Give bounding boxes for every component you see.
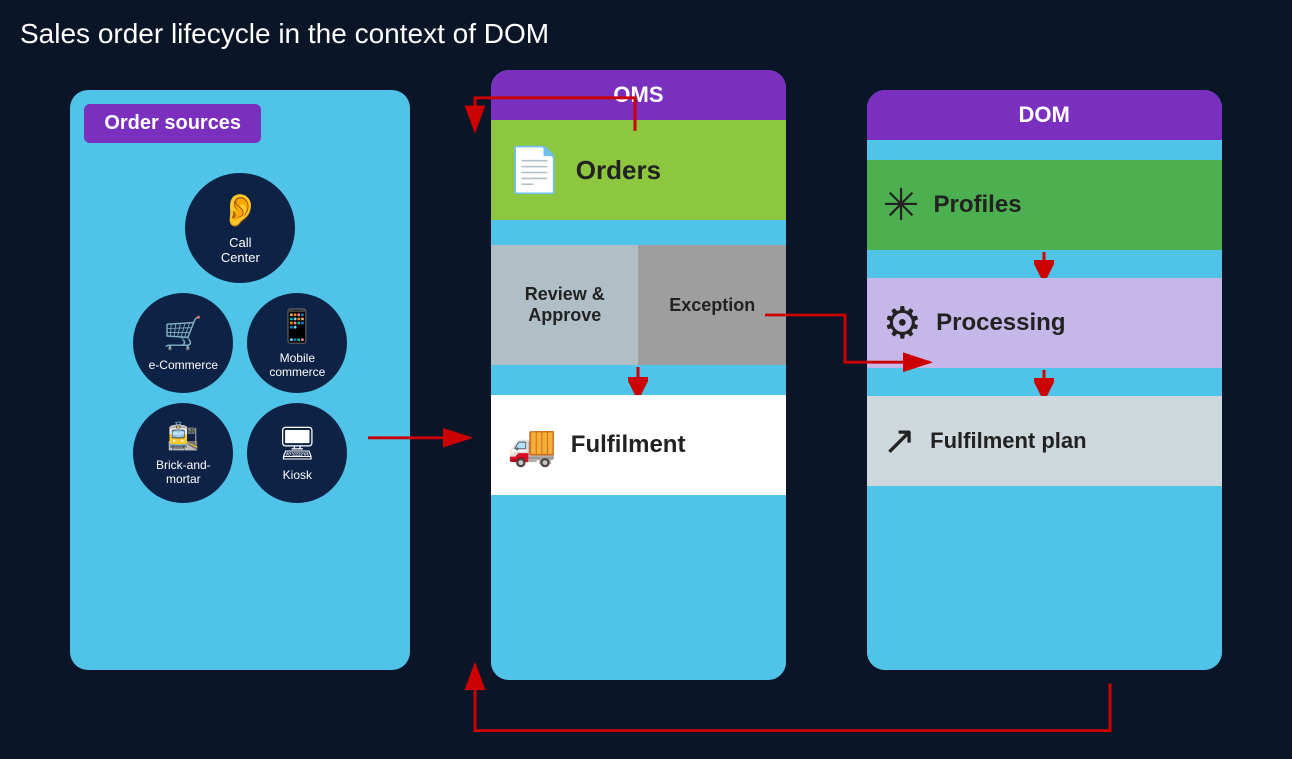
document-icon: 📄 (507, 144, 562, 196)
dom-processing-section: ⚙ Processing (867, 278, 1222, 368)
dom-box: DOM ✳ Profiles ⚙ Processing (867, 90, 1222, 670)
kiosk-icon-circle: 🖥 Kiosk (247, 403, 347, 503)
ecommerce-icon-circle: 🛒 e-Commerce (133, 293, 233, 393)
ecommerce-icon: 🛒 (163, 314, 203, 352)
oms-orders-section: 📄 Orders (491, 120, 786, 220)
oms-exception: Exception (638, 245, 786, 365)
dom-profiles-label: Profiles (934, 191, 1022, 219)
brick-icon: 🚉 (167, 421, 199, 452)
dom-processing-label: Processing (936, 309, 1065, 337)
order-sources-box: Order sources 👂 CallCenter 🛒 e-Commerce … (70, 90, 410, 670)
call-center-icon: 👂 (220, 191, 260, 229)
oms-header: OMS (491, 70, 786, 120)
exception-label: Exception (669, 295, 755, 316)
truck-icon: 🚚 (507, 422, 557, 469)
diagram-container: Order sources 👂 CallCenter 🛒 e-Commerce … (0, 60, 1292, 740)
kiosk-icon: 🖥 (277, 424, 318, 462)
share-icon: ↗ (883, 418, 917, 464)
dom-gap-top (867, 140, 1222, 160)
dom-arrow-1 (867, 250, 1222, 278)
kiosk-label: Kiosk (283, 468, 312, 482)
puzzle-icon: ✳ (883, 180, 920, 231)
mobile-icon-circle: 📱 Mobilecommerce (247, 293, 347, 393)
dom-arrow-2 (867, 368, 1222, 396)
mobile-label: Mobilecommerce (269, 351, 325, 379)
call-center-icon-circle: 👂 CallCenter (185, 173, 295, 283)
oms-orders-label: Orders (576, 155, 661, 186)
brick-icon-circle: 🚉 Brick-and-mortar (133, 403, 233, 503)
dom-fulfilment-plan-section: ↗ Fulfilment plan (867, 396, 1222, 486)
oms-gap-1 (491, 220, 786, 245)
ecommerce-label: e-Commerce (149, 358, 218, 372)
oms-review-approve: Review & Approve (491, 245, 639, 365)
oms-fulfilment-label: Fulfilment (571, 431, 686, 459)
oms-fulfilment-section: 🚚 Fulfilment (491, 395, 786, 495)
oms-box: OMS 📄 Orders Review & Approve Exception (491, 70, 786, 680)
page-title: Sales order lifecycle in the context of … (0, 0, 1292, 60)
mobile-icon: 📱 (277, 307, 317, 345)
oms-bottom (491, 495, 786, 680)
dom-fulfilment-plan-label: Fulfilment plan (930, 428, 1086, 454)
icons-grid: 👂 CallCenter 🛒 e-Commerce 📱 Mobilecommer… (84, 163, 396, 513)
gears-icon: ⚙ (883, 298, 922, 349)
call-center-label: CallCenter (221, 235, 260, 265)
order-sources-label: Order sources (84, 104, 261, 143)
oms-gap-2 (491, 365, 786, 395)
dom-header: DOM (867, 90, 1222, 140)
dom-profiles-section: ✳ Profiles (867, 160, 1222, 250)
oms-middle-section: Review & Approve Exception (491, 245, 786, 365)
brick-label: Brick-and-mortar (156, 458, 211, 486)
review-approve-label: Review & Approve (525, 284, 605, 326)
dom-bottom-gap (867, 486, 1222, 670)
